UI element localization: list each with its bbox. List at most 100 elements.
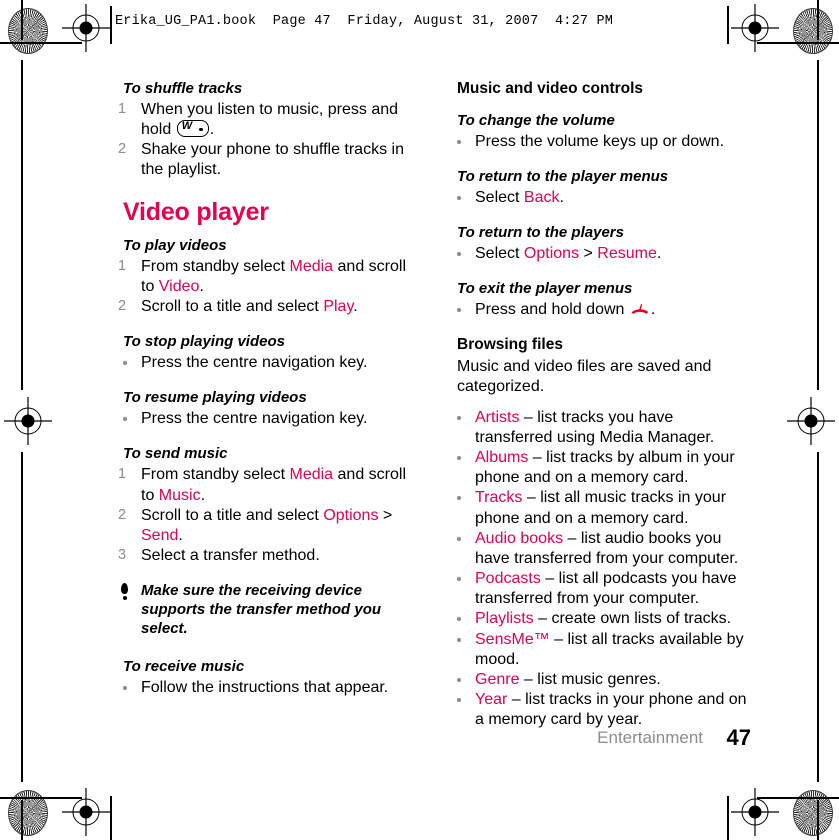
list-item: Artists – list tracks you have transferr… bbox=[452, 408, 752, 448]
crop-line-top-right-horizontal bbox=[757, 42, 839, 44]
list-item: Podcasts – list all podcasts you have tr… bbox=[452, 569, 752, 609]
footer-page-number: 47 bbox=[726, 725, 751, 750]
shuffle-tracks-steps: 1 When you listen to music, press and hol… bbox=[118, 100, 418, 181]
resume-playing-bullets: Press the centre navigation key. bbox=[118, 409, 418, 429]
bullet-text: Select bbox=[475, 244, 524, 262]
step-text: From standby select bbox=[141, 466, 290, 484]
ui-term-options: Options bbox=[323, 506, 379, 524]
heading-browsing-files: Browsing files bbox=[457, 336, 563, 354]
send-music-steps: 1 From standby select Media and scroll to… bbox=[118, 465, 418, 566]
section-heading-video-player: Video player bbox=[123, 197, 269, 226]
tip-icon-body bbox=[121, 583, 128, 595]
bullet-dot bbox=[457, 637, 461, 642]
bullet-text-tail: . bbox=[650, 301, 656, 319]
list-item: Year – list tracks in your phone and on … bbox=[452, 690, 752, 730]
left-column: To shuffle tracks 1 When you listen to mu… bbox=[118, 80, 418, 699]
page-file-info: Erika_UG_PA1.book Page 47 Friday, August… bbox=[115, 14, 614, 29]
note-block: Make sure the receiving device supports … bbox=[118, 582, 418, 638]
list-item: Tracks – list all music tracks in your p… bbox=[452, 488, 752, 528]
volume-bullets: Press the volume keys up or down. bbox=[452, 132, 752, 152]
category-description: – list music genres. bbox=[519, 670, 661, 688]
heading-to-return-to-the-players: To return to the players bbox=[457, 223, 624, 241]
list-item: 2 Scroll to a title and select Play. bbox=[118, 297, 418, 317]
list-item: SensMe™ – list all tracks available by m… bbox=[452, 630, 752, 670]
footer-section-name: Entertainment bbox=[597, 728, 703, 747]
registration-mark-bottom-right bbox=[731, 788, 779, 836]
page-footer: Entertainment 47 bbox=[0, 725, 839, 754]
list-item: 1 From standby select Media and scroll to… bbox=[118, 465, 418, 505]
bullet-dot bbox=[457, 308, 461, 313]
list-item: Select Options > Resume. bbox=[452, 244, 752, 264]
category-term: Audio books bbox=[475, 529, 564, 547]
ui-term-play: Play bbox=[323, 297, 354, 315]
crop-line-footer-vertical-right bbox=[727, 796, 729, 840]
crop-line-footer-vertical bbox=[110, 796, 112, 840]
bullet-dot bbox=[457, 698, 461, 702]
crop-line-header-vertical bbox=[110, 6, 112, 44]
step-text: Select a transfer method. bbox=[141, 547, 320, 565]
ui-term-media: Media bbox=[289, 257, 334, 275]
list-item: 2 Shake your phone to shuffle tracks in t… bbox=[118, 140, 418, 180]
bullet-dot bbox=[457, 577, 461, 582]
registration-mark-bottom-left bbox=[62, 788, 110, 836]
ui-term-resume: Resume bbox=[597, 244, 657, 262]
bullet-dot bbox=[457, 415, 461, 420]
step-text-tail: . bbox=[209, 121, 215, 139]
category-term: Podcasts bbox=[475, 570, 541, 588]
step-text: From standby select bbox=[141, 257, 290, 275]
crop-line-left-vertical bbox=[21, 0, 23, 40]
category-term: Year bbox=[475, 691, 508, 708]
step-text-tail: . bbox=[199, 277, 204, 295]
crop-line-header-vertical-right bbox=[727, 6, 729, 44]
browsing-categories-list: Artists – list tracks you have transferr… bbox=[452, 408, 752, 731]
list-item: 1 When you listen to music, press and hol… bbox=[118, 100, 418, 140]
bullet-dot bbox=[123, 361, 127, 366]
step-text: Shake your phone to shuffle tracks in th… bbox=[141, 141, 404, 179]
walkman-w-letter: W bbox=[181, 120, 192, 133]
list-item: 3 Select a transfer method. bbox=[118, 546, 418, 566]
step-text: Scroll to a title and select bbox=[141, 506, 324, 524]
list-item: Playlists – create own lists of tracks. bbox=[452, 609, 752, 629]
tip-icon-dot bbox=[122, 596, 127, 601]
page-content: To shuffle tracks 1 When you listen to mu… bbox=[0, 80, 839, 728]
step-number: 2 bbox=[118, 141, 127, 158]
list-item: Press and hold down . bbox=[452, 300, 752, 320]
ui-term-send: Send bbox=[141, 526, 179, 544]
rosette-mark-top-right bbox=[793, 8, 833, 54]
heading-to-shuffle-tracks: To shuffle tracks bbox=[123, 80, 243, 97]
heading-to-receive-music: To receive music bbox=[123, 658, 245, 676]
heading-to-stop-playing-videos: To stop playing videos bbox=[123, 333, 285, 351]
bullet-dot bbox=[457, 496, 461, 501]
step-number: 2 bbox=[118, 506, 127, 523]
step-number: 1 bbox=[118, 257, 127, 274]
crop-line-bottom-right-horizontal bbox=[757, 797, 839, 799]
tip-exclamation-icon bbox=[120, 583, 129, 601]
heading-to-play-videos: To play videos bbox=[123, 236, 227, 254]
category-term: Tracks bbox=[475, 489, 523, 507]
ui-term-back: Back bbox=[523, 188, 560, 206]
category-term: Playlists bbox=[475, 610, 534, 628]
step-number: 1 bbox=[118, 466, 127, 483]
heading-to-exit-the-player-menus: To exit the player menus bbox=[457, 280, 633, 298]
ui-term-video: Video bbox=[158, 277, 200, 295]
list-item: Albums – list tracks by album in your ph… bbox=[452, 448, 752, 488]
bullet-text: Press the centre navigation key. bbox=[141, 354, 368, 372]
note-text: Make sure the receiving device supports … bbox=[141, 582, 382, 637]
step-separator: > bbox=[378, 506, 393, 524]
list-item: Select Back. bbox=[452, 188, 752, 208]
bullet-dot bbox=[457, 677, 461, 682]
heading-music-and-video-controls: Music and video controls bbox=[457, 80, 644, 97]
bullet-dot bbox=[457, 195, 461, 200]
walkman-dot bbox=[199, 127, 203, 132]
category-term: Artists bbox=[475, 408, 520, 426]
step-number: 3 bbox=[118, 547, 127, 564]
right-column: Music and video controls To change the v… bbox=[452, 80, 752, 730]
bullet-text: Follow the instructions that appear. bbox=[141, 679, 389, 697]
receive-music-bullets: Follow the instructions that appear. bbox=[118, 678, 418, 698]
